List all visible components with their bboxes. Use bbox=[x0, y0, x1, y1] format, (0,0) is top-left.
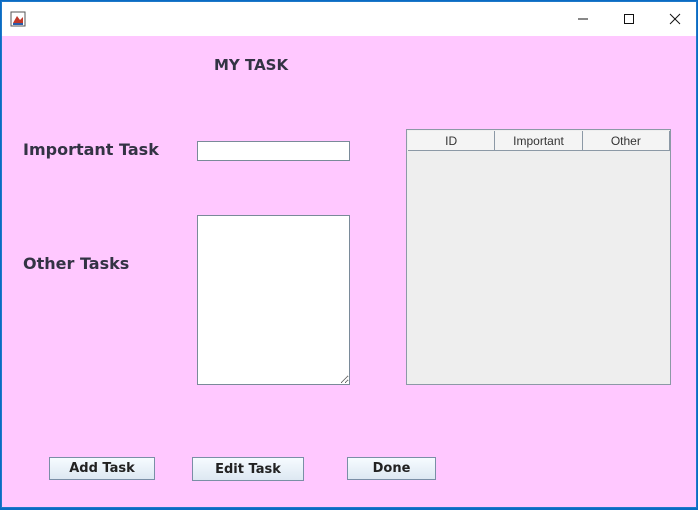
column-header-id[interactable]: ID bbox=[408, 131, 496, 150]
other-tasks-textarea[interactable] bbox=[197, 215, 350, 385]
important-task-label: Important Task bbox=[23, 140, 159, 159]
close-icon bbox=[669, 13, 681, 25]
done-button[interactable]: Done bbox=[347, 457, 436, 480]
edit-task-button[interactable]: Edit Task bbox=[192, 457, 304, 481]
title-bar[interactable] bbox=[2, 2, 696, 36]
add-task-button[interactable]: Add Task bbox=[49, 457, 155, 480]
important-task-input[interactable] bbox=[197, 141, 350, 161]
java-app-icon bbox=[10, 11, 26, 27]
minimize-button[interactable] bbox=[560, 2, 606, 36]
maximize-button[interactable] bbox=[606, 2, 652, 36]
minimize-icon bbox=[577, 13, 589, 25]
task-table[interactable]: ID Important Other bbox=[406, 129, 671, 385]
content-pane: MY TASK Important Task Other Tasks ID Im… bbox=[2, 36, 696, 509]
table-header: ID Important Other bbox=[408, 131, 670, 151]
column-header-other[interactable]: Other bbox=[583, 131, 670, 150]
close-button[interactable] bbox=[652, 2, 698, 36]
maximize-icon bbox=[623, 13, 635, 25]
column-header-important[interactable]: Important bbox=[495, 131, 583, 150]
other-tasks-label: Other Tasks bbox=[23, 254, 130, 273]
app-window: MY TASK Important Task Other Tasks ID Im… bbox=[1, 1, 697, 508]
page-title: MY TASK bbox=[214, 56, 289, 74]
